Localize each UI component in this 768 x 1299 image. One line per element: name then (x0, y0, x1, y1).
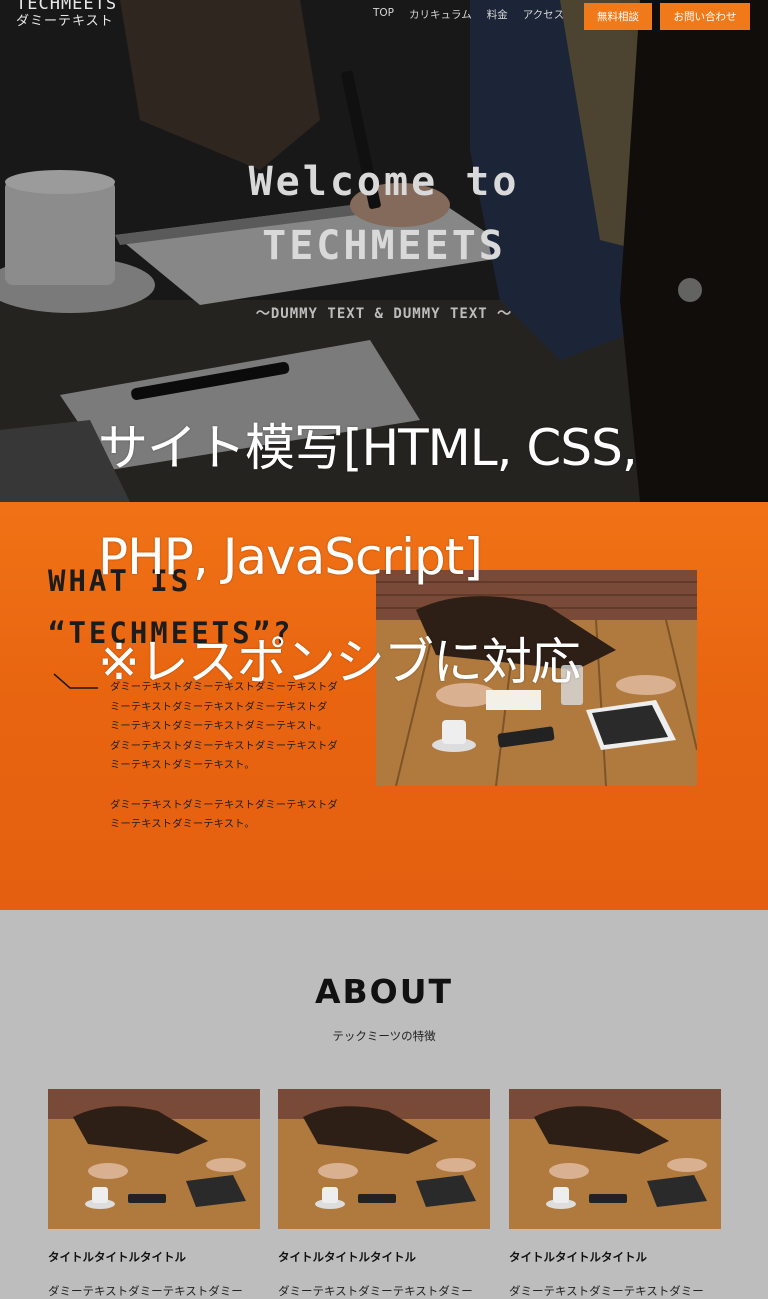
caption-line3: ※レスポンシブに対応 (98, 633, 581, 691)
what-paragraph-1: ダミーテキストダミーテキストダミーテキストダ ミーテキストダミーテキストダミーテ… (110, 681, 338, 771)
logo-subtext: ダミーテキスト (16, 14, 114, 29)
feature-card-body: ダミーテキストダミーテキストダミー (278, 1284, 473, 1298)
feature-card[interactable]: タイトルタイトルタイトル ダミーテキストダミーテキストダミー (509, 1089, 721, 1299)
caption-line2: PHP, JavaScript] (98, 528, 483, 586)
heading-underline-decoration (53, 673, 98, 689)
feature-card-body: ダミーテキストダミーテキストダミー (48, 1284, 243, 1298)
about-subtitle: テックミーツの特徴 (332, 1029, 436, 1043)
feature-card[interactable]: タイトルタイトルタイトル ダミーテキストダミーテキストダミー (48, 1089, 260, 1299)
feature-card-title: タイトルタイトルタイトル (48, 1250, 186, 1264)
main-nav: TOP カリキュラム 料金 アクセス (373, 7, 579, 22)
contact-button[interactable]: お問い合わせ (660, 3, 750, 30)
feature-card-photo (48, 1089, 260, 1229)
feature-card[interactable]: タイトルタイトルタイトル ダミーテキストダミーテキストダミー (278, 1089, 490, 1299)
about-section: ABOUT テックミーツの特徴 タイトルタイトルタイトル ダミーテキストダミーテ… (0, 910, 768, 1299)
caption-line1: サイト模写[HTML, CSS, (98, 419, 638, 477)
about-title: ABOUT (314, 972, 454, 1011)
hero-title-line2: TECHMEETS (262, 223, 506, 269)
what-description: ダミーテキストダミーテキストダミーテキストダ ミーテキストダミーテキストダミーテ… (110, 678, 348, 835)
feature-card-title: タイトルタイトルタイトル (509, 1250, 647, 1264)
what-paragraph-2: ダミーテキストダミーテキストダミーテキストダ ミーテキストダミーテキスト。 (110, 798, 338, 831)
nav-link-curriculum[interactable]: カリキュラム (409, 7, 472, 22)
feature-card-photo (278, 1089, 490, 1229)
hero-subtitle: 〜DUMMY TEXT & DUMMY TEXT 〜 (255, 306, 513, 322)
nav-link-price[interactable]: 料金 (487, 7, 508, 22)
nav-link-top[interactable]: TOP (373, 7, 394, 22)
nav-link-access[interactable]: アクセス (523, 7, 564, 22)
feature-card-photo (509, 1089, 721, 1229)
hero-title-line1: Welcome to (248, 159, 520, 205)
feature-card-title: タイトルタイトルタイトル (278, 1250, 416, 1264)
free-consult-button[interactable]: 無料相談 (584, 3, 652, 30)
site-logo[interactable]: TECHMEETS ダミーテキスト (16, 0, 117, 28)
logo-text: TECHMEETS (16, 0, 118, 14)
feature-card-body: ダミーテキストダミーテキストダミー (509, 1284, 704, 1298)
